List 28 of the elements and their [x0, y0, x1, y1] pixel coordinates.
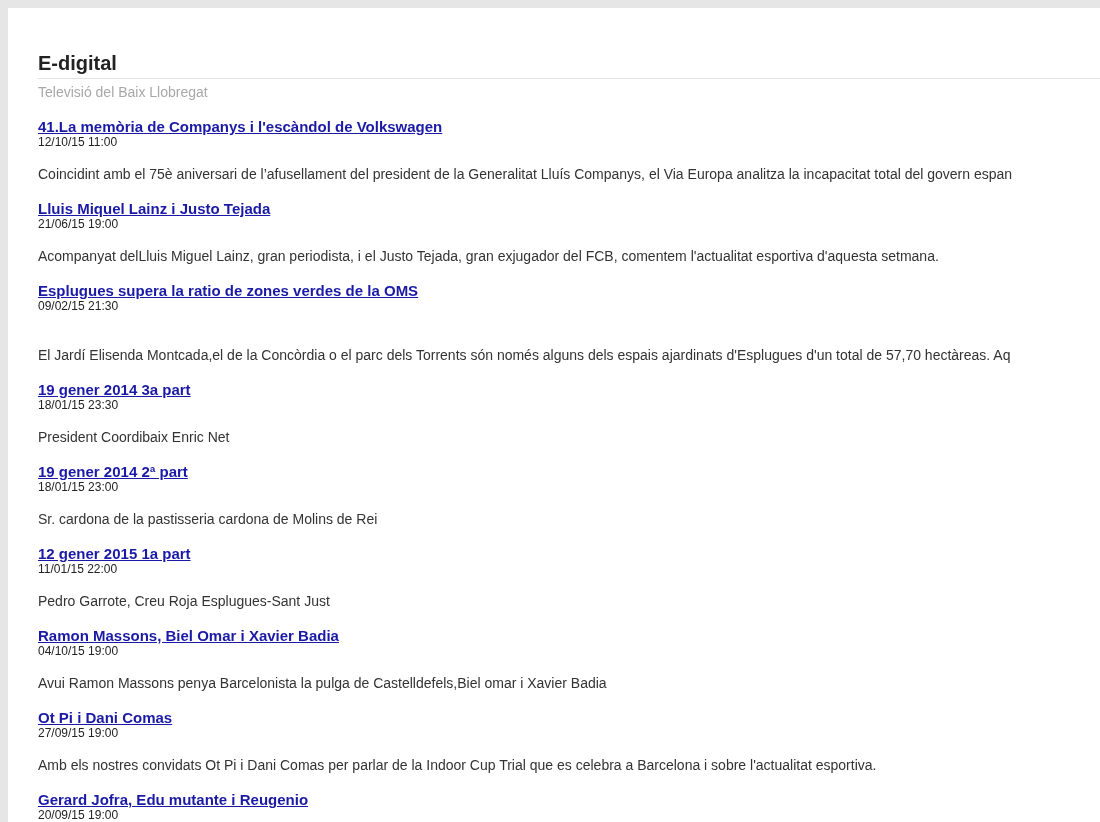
- post-summary: Amb els nostres convidats Ot Pi i Dani Comas per parlar de la Indoor Cup Trial que es celebra a Barcelona i sobre l'actualitat esportiva.: [38, 757, 877, 773]
- site-title: E-digital: [38, 51, 117, 75]
- post-date: 11/01/15 22:00: [38, 562, 118, 576]
- post-title-link[interactable]: Esplugues supera la ratio de zones verdes de la OMS: [38, 282, 419, 299]
- site-subtitle: Televisió del Baix Llobregat: [38, 84, 208, 100]
- post-summary: President Coordibaix Enric Net: [38, 429, 230, 445]
- post-title-link[interactable]: 41.La memòria de Companys i l'escàndol de Volkswagen: [38, 118, 443, 135]
- post-date: 18/01/15 23:30: [38, 398, 119, 412]
- post-summary: Avui Ramon Massons penya Barcelonista la pulga de Castelldefels,Biel omar i Xavier Badia: [38, 675, 607, 691]
- post-title-link[interactable]: Lluis Miquel Lainz i Justo Tejada: [38, 200, 271, 217]
- post-title-link[interactable]: 19 gener 2014 2ª part: [38, 463, 188, 480]
- post-date: 18/01/15 23:00: [38, 480, 119, 494]
- post-title-link[interactable]: Gerard Jofra, Edu mutante i Reugenio: [38, 791, 309, 808]
- post-summary: Acompanyat delLluis Miguel Lainz, gran periodista, i el Justo Tejada, gran exjugador del FCB, comentem l'actualitat esportiva d'aquesta setmana.: [38, 248, 939, 264]
- post-title-link[interactable]: 19 gener 2014 3a part: [38, 381, 191, 398]
- post-date: 04/10/15 19:00: [38, 644, 119, 658]
- post-date: 27/09/15 19:00: [38, 726, 119, 740]
- post-date: 12/10/15 11:00: [38, 135, 118, 149]
- post-date: 09/02/15 21:30: [38, 299, 119, 313]
- post-summary: Coincidint amb el 75è aniversari de l’afusellament del president de la Generalitat Lluís Companys, el Via Europa analitza la incapacitat total del govern espan: [38, 166, 1013, 182]
- post-title-link[interactable]: Ramon Massons, Biel Omar i Xavier Badia: [38, 627, 339, 644]
- post-date: 21/06/15 19:00: [38, 217, 119, 231]
- post-title-link[interactable]: Ot Pi i Dani Comas: [38, 709, 173, 726]
- post-title-link[interactable]: 12 gener 2015 1a part: [38, 545, 191, 562]
- post-summary: Pedro Garrote, Creu Roja Esplugues-Sant Just: [38, 593, 330, 609]
- post-date: 20/09/15 19:00: [38, 808, 119, 822]
- post-summary: Sr. cardona de la pastisseria cardona de Molins de Rei: [38, 511, 378, 527]
- post-summary: El Jardí Elisenda Montcada,el de la Concòrdia o el parc dels Torrents són només alguns dels espais ajardinats d'Esplugues d'un total de 57,70 hectàreas. Aq: [38, 346, 1011, 363]
